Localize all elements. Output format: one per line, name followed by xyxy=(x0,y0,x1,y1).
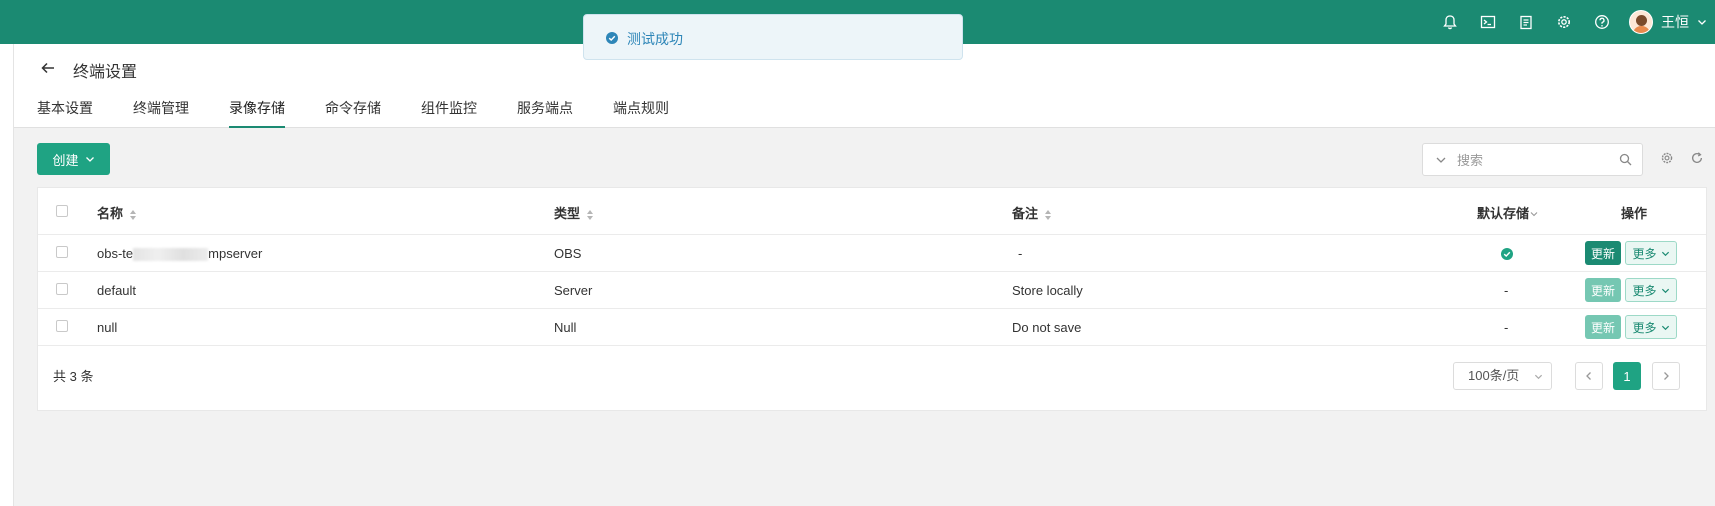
chevron-down-icon xyxy=(1661,288,1669,293)
row-name-prefix: obs-te xyxy=(97,246,134,261)
storage-table: 名称 类型 备注 默认存储 操作 obs-te mpserver OBS - 更新… xyxy=(37,187,1707,411)
clipboard-icon[interactable] xyxy=(1507,0,1545,44)
column-header-type-label: 类型 xyxy=(554,206,581,221)
select-all-checkbox[interactable] xyxy=(56,205,68,217)
chevron-right-icon xyxy=(1664,372,1669,380)
toast-message: 测试成功 xyxy=(627,31,683,47)
chevron-down-icon xyxy=(1534,374,1543,380)
next-page-button[interactable] xyxy=(1652,362,1680,390)
chevron-down-icon xyxy=(1661,325,1669,330)
page-size-value: 100条/页 xyxy=(1468,368,1520,383)
more-button-label: 更多 xyxy=(1632,283,1657,298)
settings-icon[interactable] xyxy=(1660,151,1674,165)
chevron-down-icon[interactable] xyxy=(1530,210,1538,218)
table-row: default Server Store locally - 更新 更多 xyxy=(38,272,1706,309)
row-comment: Store locally xyxy=(1012,283,1083,298)
sort-icon[interactable] xyxy=(129,209,137,221)
row-name[interactable]: obs-te mpserver xyxy=(97,246,263,262)
avatar xyxy=(1629,10,1653,34)
row-checkbox[interactable] xyxy=(56,320,68,332)
chevron-left-icon xyxy=(1586,372,1591,380)
more-button[interactable]: 更多 xyxy=(1625,241,1677,265)
chevron-down-icon[interactable] xyxy=(1435,154,1447,166)
page-title: 终端设置 xyxy=(73,64,138,81)
page-number-current[interactable]: 1 xyxy=(1613,362,1641,390)
left-sidebar-collapsed xyxy=(0,44,14,506)
bell-icon[interactable] xyxy=(1431,0,1469,44)
total-count: 共 3 条 xyxy=(53,369,94,384)
row-type: OBS xyxy=(554,246,582,261)
chevron-down-icon xyxy=(85,157,94,162)
update-button[interactable]: 更新 xyxy=(1585,241,1621,265)
column-header-actions: 操作 xyxy=(1621,206,1648,221)
prev-page-button[interactable] xyxy=(1575,362,1603,390)
tab-component-monitor[interactable]: 组件监控 xyxy=(421,96,477,128)
tab-service-endpoints[interactable]: 服务端点 xyxy=(517,96,573,128)
more-button[interactable]: 更多 xyxy=(1625,278,1677,302)
tab-terminal-management[interactable]: 终端管理 xyxy=(133,96,189,128)
check-circle-icon xyxy=(1501,248,1513,260)
table-row: obs-te mpserver OBS - 更新 更多 xyxy=(38,235,1706,272)
check-circle-icon xyxy=(606,32,618,44)
chevron-down-icon xyxy=(1698,20,1706,25)
tab-command-storage[interactable]: 命令存储 xyxy=(325,96,381,128)
row-name-suffix: mpserver xyxy=(208,246,263,261)
search-box[interactable] xyxy=(1422,143,1643,176)
refresh-icon[interactable] xyxy=(1690,151,1704,165)
page-size-select[interactable]: 100条/页 xyxy=(1453,362,1552,390)
search-input[interactable] xyxy=(1457,150,1607,170)
row-comment: Do not save xyxy=(1012,320,1082,335)
more-button[interactable]: 更多 xyxy=(1625,315,1677,339)
update-button[interactable]: 更新 xyxy=(1585,278,1621,302)
tab-bar: 基本设置 终端管理 录像存储 命令存储 组件监控 服务端点 端点规则 xyxy=(37,96,709,128)
table-header: 名称 类型 备注 默认存储 操作 xyxy=(38,188,1706,235)
column-header-name[interactable]: 名称 xyxy=(97,203,137,222)
chevron-down-icon xyxy=(1661,251,1669,256)
success-toast: 测试成功 xyxy=(583,14,963,60)
column-header-default[interactable]: 默认存储 xyxy=(1477,203,1538,222)
help-icon[interactable] xyxy=(1583,0,1621,44)
row-checkbox[interactable] xyxy=(56,283,68,295)
create-button[interactable]: 创建 xyxy=(37,143,110,175)
row-name[interactable]: null xyxy=(97,320,117,335)
row-type: Null xyxy=(554,320,577,335)
row-default: - xyxy=(1504,283,1509,298)
column-header-default-label: 默认存储 xyxy=(1477,206,1530,221)
row-default: - xyxy=(1504,320,1509,335)
column-header-comment-label: 备注 xyxy=(1012,206,1039,221)
gear-icon[interactable] xyxy=(1545,0,1583,44)
row-name[interactable]: default xyxy=(97,283,136,298)
update-button[interactable]: 更新 xyxy=(1585,315,1621,339)
row-comment: - xyxy=(1018,246,1023,261)
redacted-text xyxy=(133,248,209,262)
more-button-label: 更多 xyxy=(1632,320,1657,335)
column-header-type[interactable]: 类型 xyxy=(554,203,594,222)
column-header-name-label: 名称 xyxy=(97,206,124,221)
row-type: Server xyxy=(554,283,593,298)
tab-endpoint-rules[interactable]: 端点规则 xyxy=(613,96,669,128)
create-button-label: 创建 xyxy=(52,152,79,168)
search-icon[interactable] xyxy=(1619,153,1632,166)
sort-icon[interactable] xyxy=(586,209,594,221)
user-menu[interactable]: 王恒 xyxy=(1629,10,1707,34)
user-name: 王恒 xyxy=(1661,14,1689,30)
terminal-icon[interactable] xyxy=(1469,0,1507,44)
row-checkbox[interactable] xyxy=(56,246,68,258)
table-row: null Null Do not save - 更新 更多 xyxy=(38,309,1706,346)
tab-replay-storage[interactable]: 录像存储 xyxy=(229,96,285,128)
column-header-comment[interactable]: 备注 xyxy=(1012,203,1052,222)
sort-icon[interactable] xyxy=(1044,209,1052,221)
back-arrow-icon[interactable] xyxy=(36,56,60,80)
more-button-label: 更多 xyxy=(1632,246,1657,261)
tab-basic-settings[interactable]: 基本设置 xyxy=(37,96,93,128)
